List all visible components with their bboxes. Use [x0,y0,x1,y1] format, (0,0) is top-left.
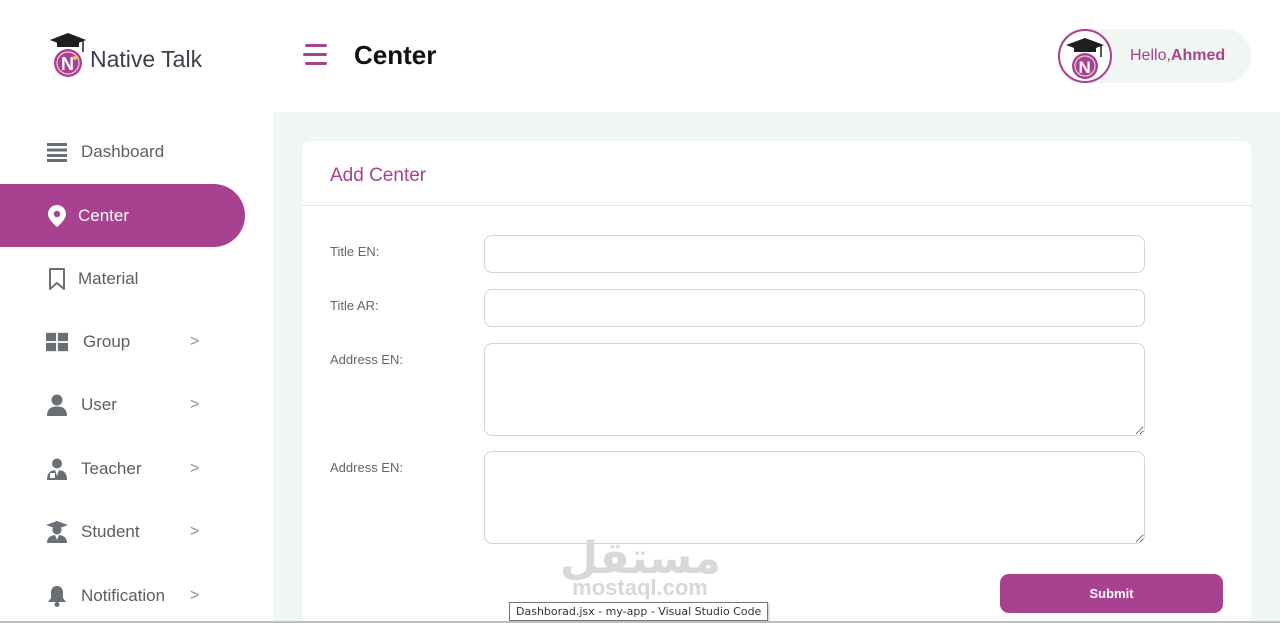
user-menu[interactable]: N Hello,Ahmed [1057,29,1251,83]
bell-icon [46,585,68,607]
grid-icon [46,331,68,353]
title-ar-label: Title AR: [330,298,379,313]
main-content: Add Center Title EN: Title AR: Address E… [273,112,1280,623]
address-en-label: Address EN: [330,352,403,367]
chevron-right-icon: > [190,459,200,477]
greeting-text: Hello, [1130,47,1171,64]
list-icon [46,141,68,163]
title-en-input[interactable] [484,235,1145,273]
brand-logo[interactable]: N Native Talk [48,32,202,80]
avatar[interactable]: N [1058,29,1112,83]
sidebar-item-label: Group [83,331,131,351]
graduate-icon [46,520,68,543]
graduation-cap-logo-icon: N [48,32,88,80]
chevron-right-icon: > [190,522,200,540]
chevron-right-icon: > [190,586,200,604]
sidebar-item-teacher[interactable]: Teacher > [0,437,245,500]
brand-name: Native Talk [90,45,203,72]
sidebar-item-group[interactable]: Group > [0,310,245,373]
address-en-second-textarea[interactable] [484,451,1145,544]
sidebar-item-label: Student [81,521,140,541]
divider [302,205,1251,206]
sidebar-item-label: Teacher [81,458,142,478]
user-name: Ahmed [1170,47,1226,64]
sidebar-item-label: Center [78,205,130,225]
card-title: Add Center [330,165,427,186]
title-ar-input[interactable] [484,289,1145,327]
sidebar-item-user[interactable]: User > [0,373,245,436]
title-en-label: Title EN: [330,244,380,259]
address-en-textarea[interactable] [484,343,1145,436]
user-greeting: Hello,Ahmed [1130,47,1225,65]
sidebar: N Native Talk Dashboard Center Material … [0,0,273,623]
sidebar-item-notification[interactable]: Notification > [0,564,245,623]
sidebar-item-label: User [81,394,117,414]
sidebar-item-label: Dashboard [81,141,165,161]
map-pin-icon [46,204,68,227]
bookmark-icon [46,267,68,290]
hamburger-menu-icon[interactable] [303,44,327,66]
page-title: Center [354,40,437,70]
chevron-right-icon: > [190,332,200,350]
chevron-right-icon: > [190,395,200,413]
user-icon [46,394,68,416]
sidebar-item-label: Notification [81,585,166,605]
submit-button[interactable]: Submit [1000,574,1223,613]
taskbar-tooltip: Dashborad.jsx - my-app - Visual Studio C… [509,602,769,621]
svg-text:N: N [61,54,74,74]
teacher-icon [46,458,68,480]
sidebar-item-label: Material [78,268,139,288]
sidebar-item-center[interactable]: Center [0,184,245,247]
add-center-card: Add Center Title EN: Title AR: Address E… [302,141,1251,623]
address-en-second-label: Address EN: [330,460,403,475]
top-header: Center N Hello,Ahmed [273,0,1280,112]
sidebar-item-dashboard[interactable]: Dashboard [0,120,245,183]
sidebar-item-material[interactable]: Material [0,247,245,310]
sidebar-item-student[interactable]: Student > [0,500,245,563]
svg-text:N: N [1079,58,1091,77]
